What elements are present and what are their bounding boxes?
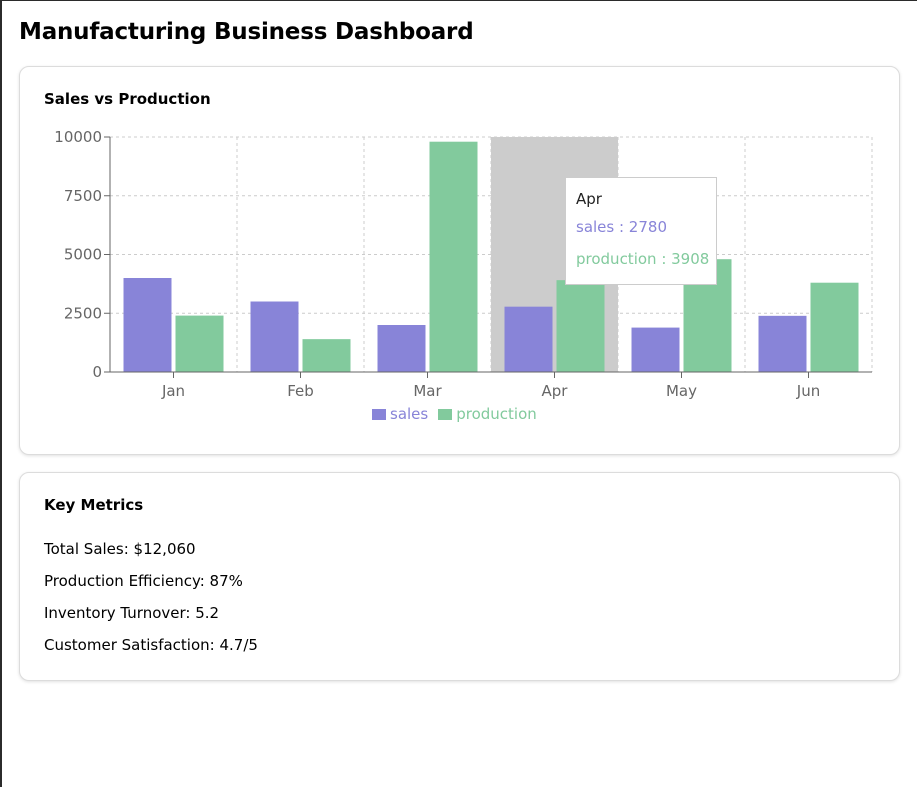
bar-production-mar	[429, 141, 478, 372]
tooltip-label: Apr	[576, 190, 602, 208]
y-tick-label: 0	[92, 363, 102, 381]
chart-legend: sales production	[372, 405, 537, 423]
y-tick-label: 7500	[64, 187, 102, 205]
bar-production-feb	[302, 339, 351, 372]
bar-sales-jun	[758, 315, 807, 372]
metric-production-efficiency: Production Efficiency: 87%	[44, 572, 243, 590]
legend-swatch-production	[438, 408, 453, 420]
y-tick-label: 2500	[64, 304, 102, 322]
sales-production-chart[interactable]: 0 2500 5000 7500 10000 Jan Feb Mar Apr May Jun	[20, 67, 899, 454]
y-tick-label: 10000	[54, 128, 102, 146]
tooltip-sales-row: sales : 2780	[576, 218, 667, 236]
page-title: Manufacturing Business Dashboard	[19, 19, 474, 45]
bar-production-apr	[556, 280, 605, 372]
y-tick-label: 5000	[64, 246, 102, 264]
bar-sales-jan	[123, 278, 172, 372]
bar-sales-may	[631, 327, 680, 372]
x-tick-label-jun: Jun	[796, 382, 820, 400]
key-metrics-card: Key Metrics Total Sales: $12,060 Product…	[19, 472, 900, 681]
x-tick-label-mar: Mar	[413, 382, 442, 400]
x-tick-label-feb: Feb	[287, 382, 314, 400]
metrics-card-title: Key Metrics	[44, 496, 144, 514]
legend-label-sales: sales	[390, 405, 429, 423]
x-tick-label-jan: Jan	[161, 382, 185, 400]
sales-production-card: Sales vs Production 0 2500 5000 7500 10000 Ja…	[19, 66, 900, 455]
legend-label-production: production	[456, 405, 537, 423]
metric-inventory-turnover: Inventory Turnover: 5.2	[44, 604, 220, 622]
bar-production-jan	[175, 315, 224, 372]
x-tick-label-may: May	[666, 382, 697, 400]
bar-sales-mar	[377, 325, 426, 372]
chart-tooltip: Apr sales : 2780 production : 3908	[565, 177, 717, 285]
legend-swatch-sales	[372, 408, 386, 420]
tooltip-production-row: production : 3908	[576, 250, 710, 268]
bar-sales-feb	[250, 301, 299, 372]
metric-total-sales: Total Sales: $12,060	[44, 540, 196, 558]
bar-sales-apr	[504, 306, 553, 372]
bar-production-jun	[810, 282, 859, 372]
metric-customer-satisfaction: Customer Satisfaction: 4.7/5	[44, 636, 258, 654]
x-tick-label-apr: Apr	[542, 382, 569, 400]
legend-item-sales[interactable]: sales	[372, 405, 428, 423]
legend-item-production[interactable]: production	[438, 405, 537, 423]
